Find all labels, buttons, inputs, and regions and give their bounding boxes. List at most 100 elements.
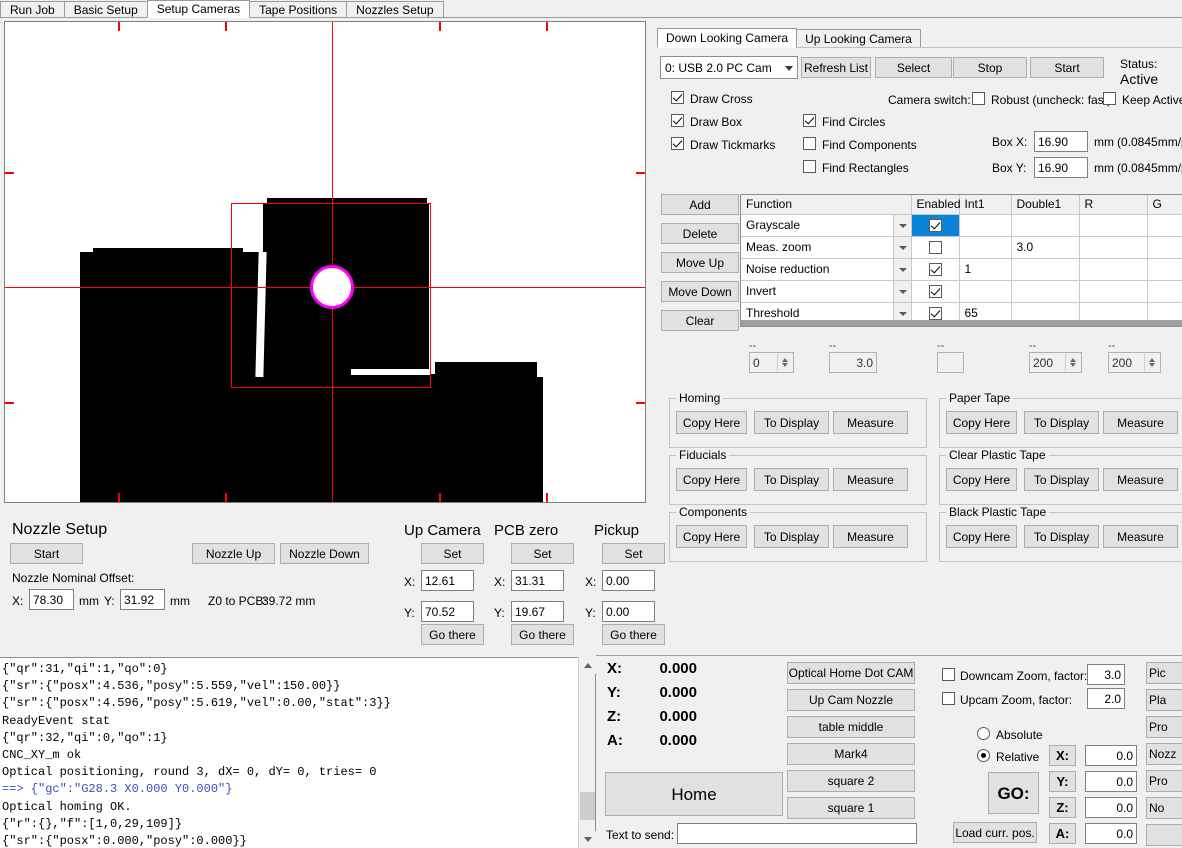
find-circles-checkbox[interactable] — [803, 114, 816, 127]
move-up-button[interactable]: Move Up — [661, 252, 739, 273]
measure-button[interactable]: Measure — [833, 468, 908, 491]
nozzle-up-button[interactable]: Nozzle Up — [192, 543, 275, 564]
column-header-r[interactable]: R — [1079, 195, 1148, 215]
copy-here-button[interactable]: Copy Here — [946, 525, 1017, 548]
quick-button-optical-home-dot-cam[interactable]: Optical Home Dot CAM — [787, 662, 915, 684]
copy-here-button[interactable]: Copy Here — [676, 525, 747, 548]
enabled-cell[interactable] — [911, 236, 960, 259]
spinner-arrows-icon[interactable] — [1065, 354, 1080, 371]
jog-axis-button-x[interactable]: X: — [1049, 745, 1076, 766]
enabled-cell[interactable] — [911, 214, 960, 237]
keep-active-checkbox[interactable] — [1103, 92, 1116, 105]
draw-box-checkbox[interactable] — [671, 114, 684, 127]
g-cell[interactable] — [1147, 280, 1182, 303]
downcam-zoom-input[interactable]: 3.0 — [1087, 664, 1125, 685]
spinner-arrows-icon[interactable] — [1144, 354, 1159, 371]
g-cell[interactable] — [1147, 258, 1182, 281]
quick-button-mark4[interactable]: Mark4 — [787, 743, 915, 765]
go-there-pickup-button[interactable]: Go there — [602, 624, 665, 645]
chevron-down-icon[interactable] — [892, 280, 910, 301]
move-down-button[interactable]: Move Down — [661, 281, 739, 302]
quick-button-up-cam-nozzle[interactable]: Up Cam Nozzle — [787, 689, 915, 711]
edge-button-3[interactable]: Nozz — [1146, 743, 1182, 765]
to-display-button[interactable]: To Display — [754, 525, 829, 548]
enabled-checkbox[interactable] — [928, 263, 942, 277]
robust-checkbox[interactable] — [972, 92, 985, 105]
refresh-list-button[interactable]: Refresh List — [801, 57, 871, 78]
table-hscroll-filler[interactable] — [741, 320, 1182, 326]
to-display-button[interactable]: To Display — [1024, 468, 1099, 491]
main-tab-tape-positions[interactable]: Tape Positions — [249, 1, 348, 18]
measure-button[interactable]: Measure — [1103, 525, 1178, 548]
int1-cell[interactable]: 1 — [959, 258, 1012, 281]
main-tab-setup-cameras[interactable]: Setup Cameras — [146, 0, 251, 18]
nozzle-down-button[interactable]: Nozzle Down — [280, 543, 369, 564]
find-components-checkbox[interactable] — [803, 137, 816, 150]
r-cell[interactable] — [1079, 280, 1148, 303]
enabled-cell[interactable] — [911, 280, 960, 303]
jog-axis-input-y[interactable]: 0.0 — [1085, 771, 1137, 792]
upcam-zoom-input[interactable]: 2.0 — [1087, 688, 1125, 709]
y-input-pickup[interactable]: 0.00 — [602, 601, 655, 622]
set-pcb-zero-button[interactable]: Set — [511, 543, 574, 564]
nozzle-offset-y-input[interactable]: 31.92 — [120, 589, 165, 610]
parameter-spinner-3[interactable]: 200 — [1029, 352, 1082, 373]
chevron-down-icon[interactable] — [892, 214, 910, 235]
text-to-send-input[interactable] — [677, 823, 917, 844]
camera-tab-up-looking-camera[interactable]: Up Looking Camera — [796, 29, 921, 48]
camera-view[interactable] — [4, 21, 646, 503]
add-function-button[interactable]: Add — [661, 194, 739, 215]
x-input-pcb-zero[interactable]: 31.31 — [511, 570, 564, 591]
to-display-button[interactable]: To Display — [754, 468, 829, 491]
double1-cell[interactable]: 3.0 — [1011, 236, 1080, 259]
column-header-function[interactable]: Function — [741, 195, 912, 215]
clear-functions-button[interactable]: Clear — [661, 310, 739, 331]
edge-button-blank[interactable] — [1146, 824, 1182, 846]
column-header-int1[interactable]: Int1 — [959, 195, 1012, 215]
measure-button[interactable]: Measure — [833, 411, 908, 434]
edge-button-0[interactable]: Pic — [1146, 662, 1182, 684]
enabled-checkbox[interactable] — [928, 241, 942, 255]
enabled-cell[interactable] — [911, 258, 960, 281]
jog-axis-input-z[interactable]: 0.0 — [1085, 797, 1137, 818]
chevron-down-icon[interactable] — [892, 236, 910, 257]
x-input-pickup[interactable]: 0.00 — [602, 570, 655, 591]
y-input-up-camera[interactable]: 70.52 — [421, 601, 474, 622]
y-input-pcb-zero[interactable]: 19.67 — [511, 601, 564, 622]
function-table[interactable]: FunctionEnabledInt1Double1RGB Grayscale Me… — [740, 194, 1182, 327]
go-button[interactable]: GO: — [988, 772, 1039, 814]
enabled-checkbox[interactable] — [928, 307, 942, 321]
stop-camera-button[interactable]: Stop — [953, 57, 1027, 78]
double1-cell[interactable] — [1011, 258, 1080, 281]
camera-tab-down-looking-camera[interactable]: Down Looking Camera — [657, 28, 798, 48]
copy-here-button[interactable]: Copy Here — [946, 468, 1017, 491]
column-header-enabled[interactable]: Enabled — [911, 195, 961, 215]
jog-axis-input-a[interactable]: 0.0 — [1085, 823, 1137, 844]
upcam-zoom-checkbox[interactable] — [942, 692, 955, 705]
int1-cell[interactable] — [959, 236, 1012, 259]
edge-button-2[interactable]: Pro — [1146, 716, 1182, 738]
copy-here-button[interactable]: Copy Here — [676, 468, 747, 491]
jog-axis-input-x[interactable]: 0.0 — [1085, 745, 1137, 766]
x-input-up-camera[interactable]: 12.61 — [421, 570, 474, 591]
function-name-cell[interactable]: Noise reduction — [741, 258, 912, 281]
column-header-double1[interactable]: Double1 — [1011, 195, 1080, 215]
main-tab-basic-setup[interactable]: Basic Setup — [63, 1, 148, 18]
relative-radio[interactable] — [977, 749, 990, 762]
go-there-up-camera-button[interactable]: Go there — [421, 624, 484, 645]
r-cell[interactable] — [1079, 214, 1148, 237]
double1-cell[interactable] — [1011, 214, 1080, 237]
table-row[interactable]: Meas. zoom 3.0 — [741, 236, 1182, 259]
draw-cross-checkbox[interactable] — [671, 91, 684, 104]
parameter-spinner-0[interactable]: 0 — [749, 352, 794, 373]
edge-button-5[interactable]: No — [1146, 797, 1182, 819]
scroll-down-icon[interactable] — [579, 831, 596, 848]
function-name-cell[interactable]: Invert — [741, 280, 912, 303]
absolute-radio[interactable] — [977, 727, 990, 740]
function-name-cell[interactable]: Meas. zoom — [741, 236, 912, 259]
copy-here-button[interactable]: Copy Here — [946, 411, 1017, 434]
spinner-arrows-icon[interactable] — [777, 354, 792, 371]
double1-cell[interactable] — [1011, 280, 1080, 303]
set-pickup-button[interactable]: Set — [602, 543, 665, 564]
int1-cell[interactable] — [959, 280, 1012, 303]
